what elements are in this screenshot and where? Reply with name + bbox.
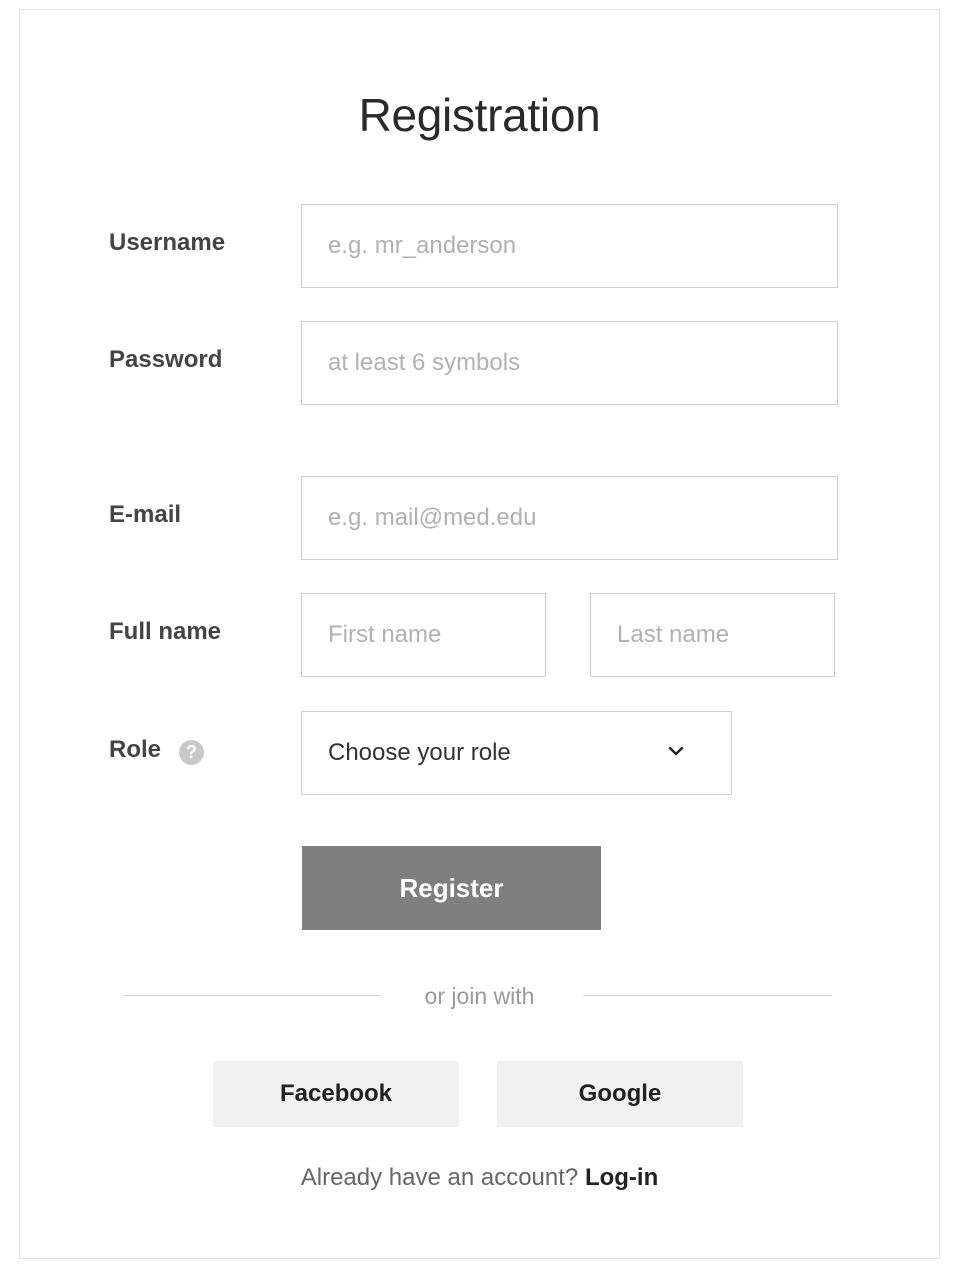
full-name-label: Full name: [109, 618, 222, 645]
google-button[interactable]: Google: [497, 1061, 743, 1127]
login-prompt-text: Already have an account?: [300, 1164, 579, 1191]
register-button[interactable]: Register: [302, 846, 601, 930]
facebook-button[interactable]: Facebook: [213, 1061, 459, 1127]
divider-text: or join with: [424, 983, 535, 1009]
login-prompt: Already have an account? Log-in: [20, 1164, 939, 1192]
login-link[interactable]: Log-in: [585, 1164, 658, 1191]
role-select[interactable]: Choose your role: [301, 711, 732, 795]
question-circle-icon[interactable]: ?: [179, 740, 204, 765]
divider-right: [583, 995, 832, 996]
username-label: Username: [109, 229, 226, 256]
role-label: Role: [109, 736, 162, 763]
page-title: Registration: [358, 89, 601, 141]
username-input[interactable]: [301, 204, 838, 288]
password-input[interactable]: [301, 321, 838, 405]
last-name-input[interactable]: [590, 593, 835, 677]
chevron-down-icon: [668, 746, 684, 756]
role-select-value: Choose your role: [328, 739, 511, 766]
first-name-input[interactable]: [301, 593, 546, 677]
registration-card: Registration Username Password E-mail Fu…: [19, 9, 940, 1259]
email-input[interactable]: [301, 476, 838, 560]
password-label: Password: [109, 346, 223, 373]
email-label: E-mail: [109, 501, 182, 528]
